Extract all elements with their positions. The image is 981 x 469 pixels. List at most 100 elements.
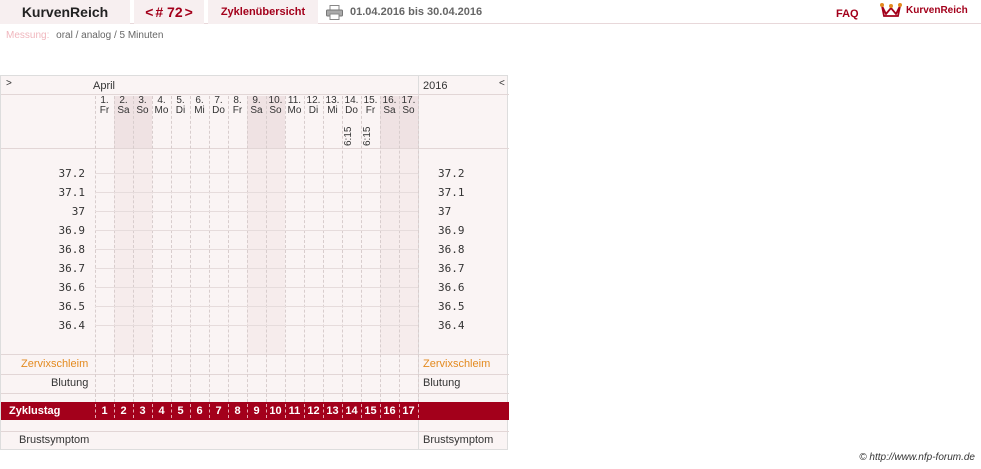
row-divider	[1, 393, 509, 394]
day-column-header[interactable]: 3. So	[133, 96, 152, 148]
cycle-day-separator	[228, 404, 229, 418]
cycle-day-separator	[418, 404, 419, 418]
day-column-header[interactable]: 16. Sa	[380, 96, 399, 148]
day-column-header[interactable]: 9. Sa	[247, 96, 266, 148]
weekday-label: Mo	[287, 105, 302, 116]
bleeding-label: Blutung	[51, 377, 89, 389]
day-column-header[interactable]: 14. Do 6:15	[342, 96, 361, 148]
weekday-label: Mo	[154, 105, 169, 116]
weekday-label: Di	[308, 105, 319, 116]
logo[interactable]: KurvenReich	[880, 2, 968, 18]
cycle-day-number: 7	[215, 405, 222, 417]
temperature-grid-line	[95, 325, 418, 326]
cycle-day-separator	[361, 404, 362, 418]
printer-icon[interactable]	[326, 5, 343, 20]
cycle-number: # 72	[155, 4, 183, 20]
weekday-label: Sa	[383, 105, 396, 116]
temperature-grid-line	[95, 268, 418, 269]
cycle-overview-link[interactable]: Zyklenübersicht	[208, 0, 318, 24]
temperature-label-right: 37	[438, 205, 452, 218]
cycle-day-number: 15	[364, 405, 377, 417]
logo-text: KurvenReich	[906, 4, 968, 16]
day-column-header[interactable]: 13. Mi	[323, 96, 342, 148]
temperature-label-right: 36.7	[438, 262, 465, 275]
temperature-label: 36.4	[58, 319, 86, 332]
chart-prev-button[interactable]: >	[6, 78, 12, 89]
temperature-label: 36.8	[58, 243, 86, 256]
breast-symptom-label: Brustsymptom	[19, 434, 90, 446]
day-column-header[interactable]: 2. Sa	[114, 96, 133, 148]
previous-cycle-button[interactable]: <	[145, 4, 153, 20]
measurement-time: 6:15	[362, 126, 373, 146]
day-column-header[interactable]: 15. Fr 6:15	[361, 96, 380, 148]
cycle-day-separator	[304, 404, 305, 418]
weekday-label: So	[402, 105, 415, 116]
temperature-label: 37.1	[58, 186, 86, 199]
cycle-navigator: < # 72 >	[134, 0, 204, 24]
cycle-chart: > April 2016 < 1. Fr 2. Sa 3. So 4. Mo 5. Di 6. Mi 7…	[0, 75, 509, 450]
cycle-day-number: 5	[177, 405, 184, 417]
temperature-label-right: 36.4	[438, 319, 465, 332]
temperature-label-right: 36.5	[438, 300, 465, 313]
year-label: 2016	[423, 80, 448, 92]
cycle-day-bar: Zyklustag 1 2 3 4 5 6 7 8 9 10 11 12 13 14 15 16 17	[1, 402, 509, 420]
temperature-grid-line	[95, 211, 418, 212]
temperature-label-right: 37.2	[438, 167, 465, 180]
day-column-header[interactable]: 7. Do	[209, 96, 228, 148]
day-column-header[interactable]: 1. Fr	[95, 96, 114, 148]
cycle-day-number: 6	[196, 405, 203, 417]
cycle-day-separator	[114, 404, 115, 418]
day-column-header[interactable]: 10. So	[266, 96, 285, 148]
temperature-grid-line	[95, 287, 418, 288]
cycle-day-separator	[171, 404, 172, 418]
cycle-day-separator	[342, 404, 343, 418]
day-column-header[interactable]: 5. Di	[171, 96, 190, 148]
temperature-label: 37	[71, 205, 85, 218]
cycle-day-number: 8	[234, 405, 241, 417]
temperature-label: 36.6	[58, 281, 86, 294]
measurement-value: oral / analog / 5 Minuten	[56, 30, 164, 41]
row-divider	[1, 354, 509, 355]
cycle-day-number: 11	[288, 405, 301, 417]
chart-next-button[interactable]: <	[499, 78, 505, 89]
cycle-day-separator	[247, 404, 248, 418]
cycle-day-separator	[399, 404, 400, 418]
cycle-day-number: 1	[101, 405, 108, 417]
day-grid-line	[418, 96, 419, 402]
day-column-header[interactable]: 17. So	[399, 96, 418, 148]
weekday-label: So	[136, 105, 149, 116]
cycle-day-number: 10	[269, 405, 282, 417]
temperature-label-right: 36.8	[438, 243, 465, 256]
temperature-label-right: 36.9	[438, 224, 465, 237]
day-column-header[interactable]: 4. Mo	[152, 96, 171, 148]
temperature-label: 36.9	[58, 224, 86, 237]
cycle-day-separator	[133, 404, 134, 418]
day-column-header[interactable]: 8. Fr	[228, 96, 247, 148]
weekday-label: Sa	[117, 105, 130, 116]
next-cycle-button[interactable]: >	[185, 4, 193, 20]
measurement-time: 6:15	[343, 126, 354, 146]
weekday-label: Di	[175, 105, 186, 116]
cycle-day-separator	[380, 404, 381, 418]
measurement-info: Messung: oral / analog / 5 Minuten	[6, 30, 163, 41]
temperature-grid-line	[95, 230, 418, 231]
cycle-day-number: 13	[326, 405, 339, 417]
day-column-header[interactable]: 11. Mo	[285, 96, 304, 148]
row-divider	[1, 431, 509, 432]
bleeding-label-right: Blutung	[423, 377, 461, 389]
cycle-day-number: 3	[139, 405, 146, 417]
cycle-day-number: 16	[383, 405, 396, 417]
weekday-label: Fr	[365, 105, 376, 116]
faq-link[interactable]: FAQ	[836, 8, 859, 20]
brand-title[interactable]: KurvenReich	[0, 0, 130, 24]
temperature-label-right: 37.1	[438, 186, 465, 199]
day-column-header[interactable]: 6. Mi	[190, 96, 209, 148]
date-range: 01.04.2016 bis 30.04.2016	[350, 6, 483, 18]
temperature-label: 37.2	[58, 167, 86, 180]
day-column-header[interactable]: 12. Di	[304, 96, 323, 148]
weekday-label: Do	[345, 105, 358, 116]
cycle-day-separator	[190, 404, 191, 418]
temperature-label: 36.5	[58, 300, 86, 313]
header-divider	[1, 148, 509, 149]
weekday-label: Do	[212, 105, 225, 116]
